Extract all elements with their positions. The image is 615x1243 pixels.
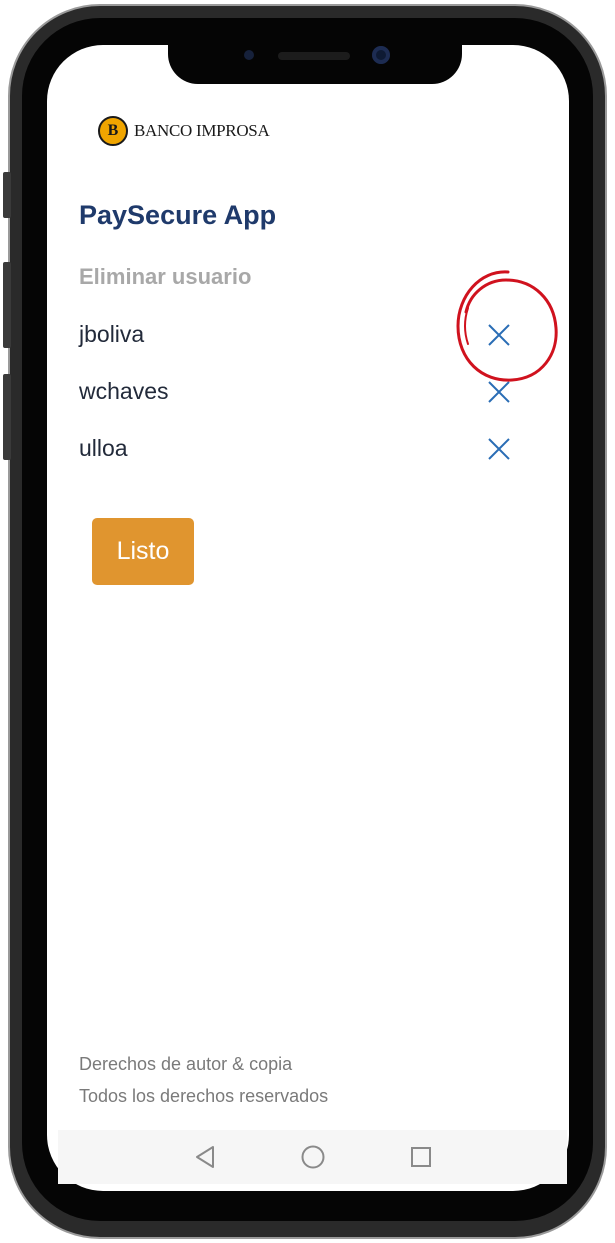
user-name: ulloa <box>79 435 128 461</box>
copyright-line: Derechos de autor & copia <box>79 1054 293 1074</box>
bank-logo-text: BANCO IMPROSA <box>134 121 270 140</box>
square-recents-icon[interactable] <box>406 1142 436 1172</box>
annotation-circle <box>456 270 558 382</box>
bank-logo: B BANCO IMPROSA <box>98 116 270 146</box>
section-subtitle: Eliminar usuario <box>79 264 252 289</box>
speaker-grille <box>278 52 350 60</box>
page-title: PaySecure App <box>79 200 277 230</box>
sensor-dot <box>244 50 254 60</box>
volume-up-button <box>3 262 11 348</box>
front-camera <box>372 46 390 64</box>
mute-switch <box>3 172 11 218</box>
close-icon[interactable] <box>483 433 515 465</box>
bank-logo-badge: B <box>98 116 128 146</box>
rights-line: Todos los derechos reservados <box>79 1086 329 1106</box>
circle-home-icon[interactable] <box>298 1142 328 1172</box>
user-row: ulloa <box>79 435 519 475</box>
user-name: jboliva <box>79 321 145 347</box>
user-name: wchaves <box>79 378 169 404</box>
done-button[interactable]: Listo <box>92 518 194 585</box>
volume-down-button <box>3 374 11 460</box>
triangle-back-icon[interactable] <box>190 1142 220 1172</box>
navigation-bar <box>58 1130 567 1184</box>
notch <box>168 44 462 84</box>
